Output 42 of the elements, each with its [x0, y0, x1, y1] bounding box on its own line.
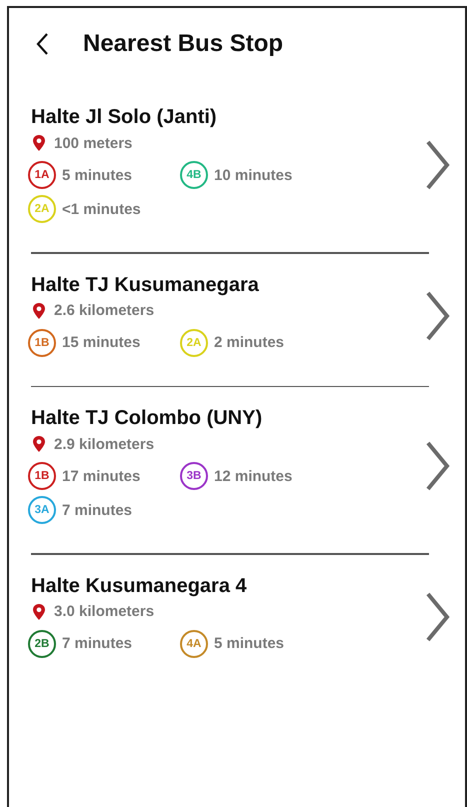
stop-name: Halte TJ Kusumanegara	[31, 272, 260, 298]
route-badge: 4A	[180, 630, 208, 658]
route-badge: 1A	[28, 161, 56, 189]
route-badge: 4B	[180, 161, 208, 189]
back-icon	[35, 32, 49, 56]
route-badge: 2B	[28, 630, 56, 658]
arrival-time: 5 minutes	[62, 166, 132, 184]
arrival-time: 17 minutes	[62, 468, 140, 484]
arrival-time: 7 minutes	[62, 502, 132, 518]
arrival-time: 5 minutes	[214, 635, 284, 652]
stop-name: Halte TJ Colombo (UNY)	[31, 406, 264, 431]
stop-name: Halte Kusumanegara 4	[31, 574, 248, 598]
route-badge: 3B	[180, 462, 208, 490]
route-badge: 1B	[28, 328, 56, 356]
arrival-time: 10 minutes	[214, 166, 292, 184]
open-stop-button[interactable]	[425, 139, 451, 191]
arrival-time: 7 minutes	[62, 635, 132, 652]
location-pin-icon	[32, 602, 46, 620]
arrival-time: 12 minutes	[214, 468, 292, 484]
distance-text: 3.0 kilometers	[54, 603, 154, 620]
chevron-right-icon	[425, 590, 451, 642]
chevron-right-icon	[425, 440, 451, 492]
location-pin-icon	[32, 302, 46, 320]
location-pin-icon	[32, 134, 46, 152]
distance-text: 2.9 kilometers	[54, 436, 154, 452]
stop-name: Halte Jl Solo (Janti)	[31, 105, 218, 130]
distance-text: 100 meters	[54, 134, 132, 152]
route-badge: 2A	[180, 328, 208, 356]
route-badge: 1B	[28, 462, 56, 490]
page-title: Nearest Bus Stop	[83, 30, 284, 58]
location-pin-icon	[32, 435, 46, 453]
open-stop-button[interactable]	[425, 440, 451, 492]
arrival-time: <1 minutes	[62, 200, 141, 218]
chevron-right-icon	[425, 290, 451, 342]
arrival-time: 15 minutes	[62, 334, 140, 351]
chevron-right-icon	[425, 139, 451, 191]
distance-text: 2.6 kilometers	[54, 302, 154, 319]
route-badge: 3A	[28, 496, 56, 524]
route-badge: 2A	[28, 195, 56, 223]
open-stop-button[interactable]	[425, 590, 451, 642]
open-stop-button[interactable]	[425, 290, 451, 342]
arrival-time: 2 minutes	[214, 334, 284, 351]
